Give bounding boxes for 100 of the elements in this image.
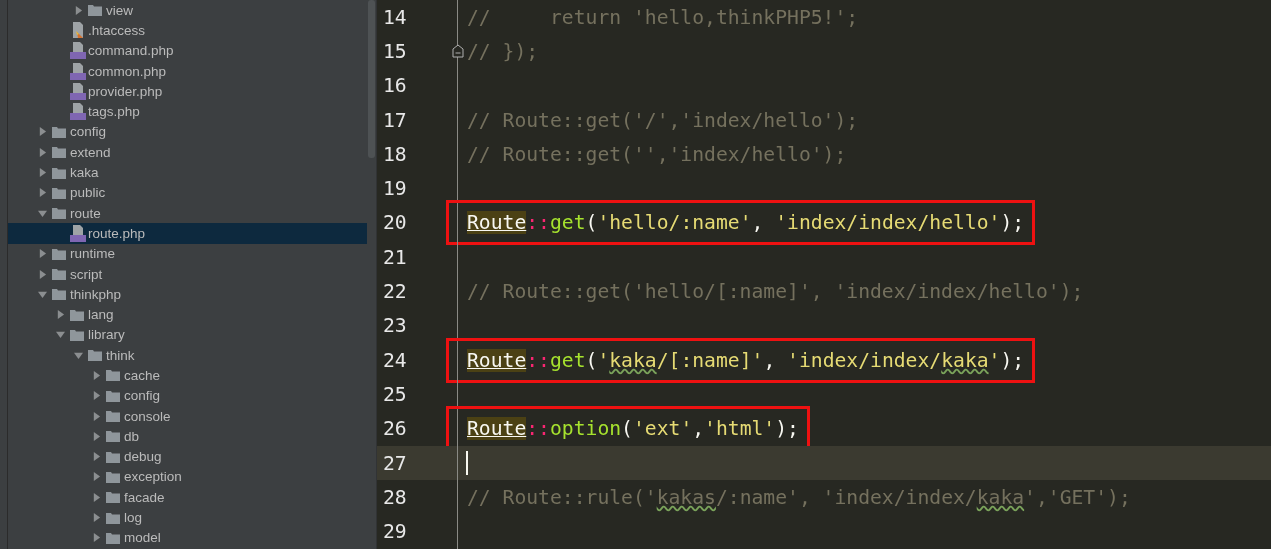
folder-icon	[106, 450, 120, 463]
collapsed-arrow-icon[interactable]	[92, 452, 101, 462]
tree-item[interactable]: config	[8, 121, 368, 143]
code-line: // return 'hello,thinkPHP5!';	[467, 5, 859, 29]
tree-item[interactable]: extend	[8, 142, 368, 163]
code-line: // Route::get('','index/hello');	[467, 142, 847, 166]
folder-icon	[52, 247, 66, 260]
code-line: // });	[467, 39, 539, 63]
expanded-arrow-icon[interactable]	[38, 289, 47, 299]
tree-item[interactable]: model	[8, 527, 368, 548]
tree-item[interactable]: lang	[8, 304, 368, 325]
tree-item[interactable]: facade	[8, 487, 368, 508]
php-file-icon	[70, 62, 86, 80]
tree-item[interactable]: public	[8, 182, 368, 203]
tree-item-label: script	[70, 266, 103, 282]
collapsed-arrow-icon[interactable]	[92, 411, 101, 421]
tree-item[interactable]: view	[8, 0, 368, 21]
tree-item[interactable]: cache	[8, 365, 368, 386]
tree-item-label: facade	[124, 489, 165, 505]
line-number: 21	[382, 245, 408, 269]
text-cursor	[466, 451, 468, 475]
folder-icon	[52, 288, 66, 301]
php-file-icon	[70, 82, 86, 100]
line-number: 19	[382, 177, 408, 201]
collapsed-arrow-icon[interactable]	[38, 147, 47, 157]
tree-item[interactable]: route	[8, 202, 368, 224]
line-number: 20	[382, 211, 408, 235]
code-line: // Route::rule('kakas/:name', 'index/index/kaka','GET');	[467, 485, 1131, 509]
tree-item[interactable]: script	[8, 263, 368, 285]
folder-icon	[106, 470, 120, 483]
line-number: 25	[382, 382, 408, 406]
tree-item[interactable]: library	[8, 324, 368, 346]
tree-item[interactable]: kaka	[8, 162, 368, 183]
tree-item-label: common.php	[88, 63, 167, 79]
collapsed-arrow-icon[interactable]	[92, 431, 101, 441]
folder-icon	[70, 328, 84, 341]
tree-item-label: library	[88, 327, 125, 343]
tree-item[interactable]: .htaccess	[8, 20, 368, 41]
collapsed-arrow-icon[interactable]	[38, 269, 47, 279]
tree-item-label: log	[124, 510, 142, 526]
php-file-icon	[70, 42, 86, 60]
collapsed-arrow-icon[interactable]	[38, 127, 47, 137]
tree-item-label: route.php	[88, 225, 146, 241]
collapsed-arrow-icon[interactable]	[38, 249, 47, 259]
tree-item[interactable]: tags.php	[8, 101, 368, 122]
line-number: 28	[382, 485, 408, 509]
tree-item[interactable]: common.php	[8, 60, 368, 82]
collapsed-arrow-icon[interactable]	[92, 371, 101, 380]
collapsed-arrow-icon[interactable]	[92, 391, 101, 401]
tree-item[interactable]: provider.php	[8, 81, 368, 102]
tree-item[interactable]: debug	[8, 446, 368, 467]
folder-icon	[70, 308, 84, 321]
line-number: 16	[382, 74, 408, 98]
fold-icon[interactable]	[452, 44, 464, 59]
tree-item-label: public	[70, 185, 106, 201]
folder-icon	[106, 491, 120, 504]
line-number: 22	[382, 280, 408, 303]
tree-item-label: db	[124, 428, 140, 444]
tree-item[interactable]: command.php	[8, 40, 368, 61]
line-number: 29	[382, 520, 408, 544]
folder-icon	[52, 125, 66, 138]
collapsed-arrow-icon[interactable]	[38, 188, 47, 198]
tree-item-label: lang	[88, 307, 114, 323]
folder-icon	[52, 268, 66, 280]
collapsed-arrow-icon[interactable]	[74, 5, 83, 15]
tree-item[interactable]: thinkphp	[8, 284, 368, 305]
tree-item-label: view	[106, 2, 133, 18]
collapsed-arrow-icon[interactable]	[92, 533, 101, 543]
folder-icon	[106, 389, 120, 402]
tree-item-label: command.php	[88, 43, 174, 59]
collapsed-arrow-icon[interactable]	[92, 472, 101, 482]
highlight-box: Route::get('kaka/[:name]', 'index/index/kaka');	[446, 337, 1036, 383]
tree-item-label: kaka	[70, 165, 99, 180]
php-file-icon	[70, 224, 86, 242]
line-number: 14	[382, 5, 408, 29]
line-number: 27	[382, 451, 408, 475]
folder-icon	[52, 166, 66, 179]
tree-item-label: think	[106, 347, 135, 363]
tree-item[interactable]: db	[8, 426, 368, 447]
config-file-icon	[70, 21, 86, 39]
collapsed-arrow-icon[interactable]	[92, 492, 101, 502]
collapsed-arrow-icon[interactable]	[92, 513, 101, 523]
collapsed-arrow-icon[interactable]	[56, 310, 65, 320]
folder-icon	[106, 430, 120, 443]
folder-icon	[52, 207, 66, 220]
tree-item-label: route	[70, 205, 101, 221]
tree-item[interactable]: config	[8, 385, 368, 406]
tree-item[interactable]: runtime	[8, 243, 368, 264]
tree-item[interactable]: think	[8, 345, 368, 366]
collapsed-arrow-icon[interactable]	[38, 168, 47, 177]
tree-item[interactable]: console	[8, 405, 368, 427]
tree-item[interactable]: log	[8, 507, 368, 528]
tree-item[interactable]: exception	[8, 466, 368, 488]
expanded-arrow-icon[interactable]	[38, 208, 47, 218]
tree-item[interactable]: route.php	[8, 223, 368, 244]
folder-icon	[52, 186, 66, 199]
scrollbar-thumb[interactable]	[368, 0, 375, 158]
php-file-icon	[70, 103, 86, 121]
expanded-arrow-icon[interactable]	[56, 330, 65, 340]
expanded-arrow-icon[interactable]	[74, 350, 83, 360]
